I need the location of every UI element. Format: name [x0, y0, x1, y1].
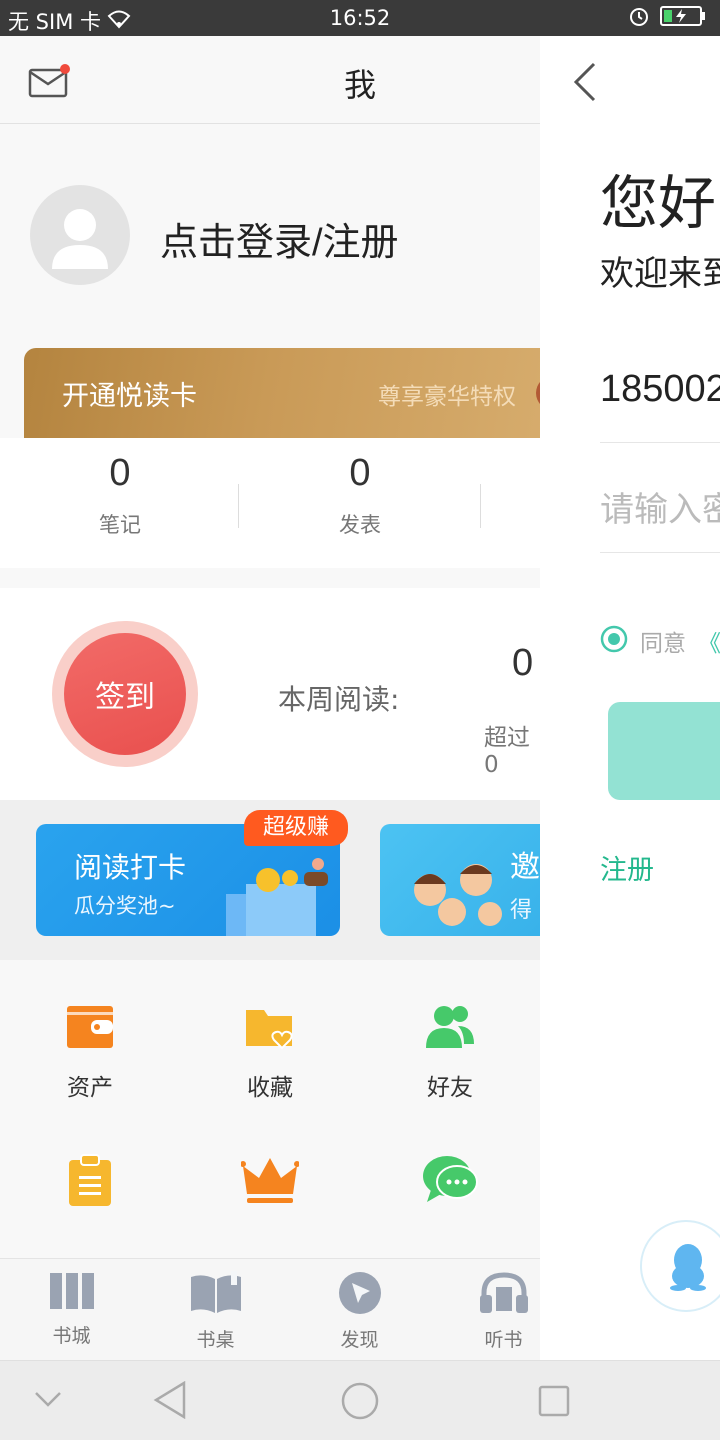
login-button[interactable] — [608, 702, 720, 800]
super-earn-badge: 超级赚 — [244, 810, 348, 846]
tab-bookshelf[interactable]: 书桌 — [148, 1271, 283, 1352]
system-nav-bar — [0, 1360, 720, 1440]
stat-label: 发表 — [339, 513, 381, 537]
phone-input[interactable]: 185002 — [600, 368, 720, 411]
stat-value: 0 — [109, 452, 131, 494]
agree-radio-icon[interactable] — [600, 625, 628, 657]
agreement-row: 同意 《用 — [600, 624, 720, 658]
grid-item-assets[interactable]: 资产 — [0, 1002, 180, 1102]
weekly-reading-value: 0 — [512, 642, 534, 684]
tab-discover[interactable]: 发现 — [292, 1271, 427, 1352]
alarm-icon — [628, 5, 650, 32]
divider — [480, 484, 481, 528]
grid-item-favorites[interactable]: 收藏 — [180, 1002, 360, 1102]
crown-icon — [241, 1158, 299, 1203]
kids-illustration-icon — [414, 864, 502, 926]
stats-row: 0 笔记 0 发表 — [0, 438, 540, 568]
weekly-reading-label: 本周阅读: — [278, 683, 400, 716]
treasure-illustration-icon — [226, 858, 328, 936]
stat-posts[interactable]: 0 发表 — [280, 452, 440, 539]
register-link[interactable]: 注册 — [600, 848, 654, 887]
vip-title: 开通悦读卡 — [62, 381, 197, 412]
home-nav-icon[interactable] — [340, 1381, 380, 1425]
battery-charging-icon — [660, 5, 706, 32]
grid-item-label: 好友 — [427, 1075, 473, 1101]
tab-audiobooks[interactable]: 听书 — [436, 1271, 540, 1352]
friends-icon — [426, 1006, 474, 1048]
bottom-tab-bar: 书城 书桌 发现 听书 — [0, 1258, 540, 1360]
checkin-section: 签到 本周阅读: 0 超过0 — [0, 588, 540, 800]
stat-label: 笔记 — [99, 513, 141, 537]
bookshelf-icon — [190, 1271, 241, 1313]
invite-banner[interactable]: 邀 得 — [380, 824, 540, 936]
wallet-icon — [67, 1006, 113, 1048]
divider — [600, 442, 720, 443]
bookstore-icon — [49, 1273, 94, 1309]
profile-section[interactable]: 点击登录/注册 — [0, 125, 540, 355]
recents-nav-icon[interactable] — [538, 1385, 570, 1421]
tab-bookstore[interactable]: 书城 — [4, 1271, 139, 1348]
login-panel: 您好 欢迎来到 185002 请输入密 同意 《用 注册 — [540, 36, 720, 1360]
divider — [238, 484, 239, 528]
feature-grid: 资产 收藏 好友 — [0, 960, 540, 1260]
grid-item-label: 收藏 — [247, 1075, 293, 1101]
grid-item-membership[interactable] — [180, 1154, 360, 1220]
top-bar: 我 — [0, 36, 540, 124]
avatar[interactable] — [30, 185, 130, 285]
agree-text: 同意 — [640, 631, 686, 657]
agreement-link[interactable]: 《用 — [698, 624, 720, 658]
grid-item-messages[interactable] — [360, 1154, 540, 1220]
tab-label: 书城 — [52, 1325, 91, 1347]
qq-penguin-icon — [670, 1244, 706, 1291]
weekly-reading-rank: 超过0 — [484, 725, 530, 778]
page-title: 我 — [343, 66, 376, 104]
vip-card-banner[interactable]: 开通悦读卡 尊享豪华特权 — [24, 348, 540, 438]
password-input[interactable]: 请输入密 — [600, 482, 720, 531]
grid-item-friends[interactable]: 好友 — [360, 1002, 540, 1102]
tab-label: 发现 — [340, 1329, 379, 1351]
banner-title: 邀 — [510, 850, 540, 885]
stat-notes[interactable]: 0 笔记 — [40, 452, 200, 539]
me-page: 我 点击登录/注册 开通悦读卡 尊享豪华特权 0 笔记 0 发表 签到 本周阅读… — [0, 36, 540, 1360]
welcome-text: 欢迎来到 — [600, 254, 720, 294]
vip-subtitle: 尊享豪华特权 — [378, 384, 516, 410]
chat-icon — [423, 1156, 478, 1202]
discover-icon — [338, 1272, 381, 1314]
grid-item-tasks[interactable] — [0, 1154, 180, 1224]
checkin-button[interactable]: 签到 — [64, 633, 186, 755]
banner-subtitle: 得 — [510, 898, 533, 923]
promo-banners: 阅读打卡 瓜分奖池~ 超级赚 邀 得 — [0, 800, 540, 960]
login-register-link[interactable]: 点击登录/注册 — [160, 211, 399, 266]
banner-title: 阅读打卡 — [74, 851, 187, 884]
back-nav-icon[interactable] — [152, 1380, 188, 1423]
status-bar: 无 SIM 卡 16:52 — [0, 0, 720, 36]
clipboard-icon — [69, 1154, 111, 1206]
tab-label: 听书 — [484, 1329, 523, 1351]
grid-item-label: 资产 — [67, 1075, 113, 1101]
greeting-title: 您好 — [600, 169, 717, 237]
divider — [600, 552, 720, 553]
stat-value: 0 — [349, 452, 371, 494]
headphones-icon — [479, 1272, 528, 1313]
banner-subtitle: 瓜分奖池~ — [74, 894, 176, 918]
back-arrow-icon[interactable] — [570, 62, 600, 102]
clock: 16:52 — [329, 6, 391, 30]
tab-label: 书桌 — [196, 1329, 235, 1351]
qq-login-button[interactable] — [640, 1220, 720, 1312]
favorite-folder-icon — [246, 1010, 293, 1050]
chevron-down-icon[interactable] — [34, 1389, 62, 1413]
